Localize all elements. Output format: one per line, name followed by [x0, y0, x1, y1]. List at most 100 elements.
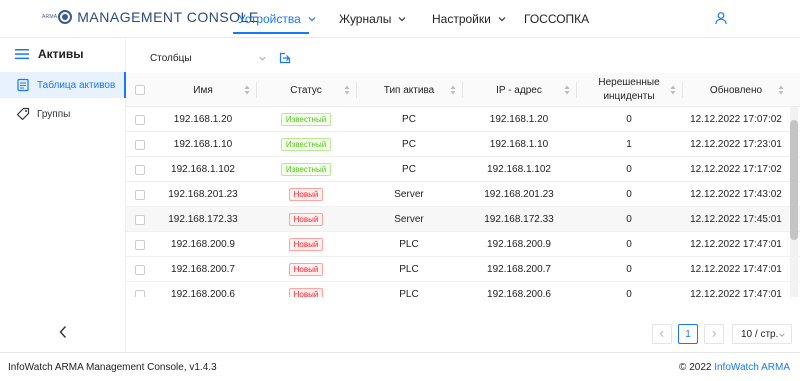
cell-status: Известный — [256, 132, 356, 157]
sidebar-item-groups[interactable]: Группы — [0, 101, 126, 127]
cell-status: Новый — [256, 257, 356, 282]
cell-ip: 192.168.1.10 — [489, 139, 549, 150]
logo-mark-icon — [58, 10, 73, 24]
row-checkbox-cell[interactable] — [130, 232, 150, 257]
cell-ip: 192.168.1.102 — [487, 164, 551, 175]
cell-asset-type: PLC — [399, 289, 419, 297]
next-page-button[interactable] — [704, 324, 724, 344]
menu-icon[interactable] — [14, 47, 30, 61]
cell-ip: 192.168.172.33 — [484, 214, 554, 225]
prev-page-button[interactable] — [652, 324, 672, 344]
nav-active-indicator — [233, 32, 309, 34]
cell-incidents: 0 — [626, 164, 632, 175]
cell-updated: 12.12.2022 17:23:01 — [690, 139, 782, 150]
row-checkbox[interactable] — [135, 264, 145, 275]
cell-name: 192.168.200.6 — [171, 289, 235, 297]
status-badge: Новый — [288, 263, 324, 276]
row-checkbox[interactable] — [135, 139, 145, 150]
sort-icon[interactable] — [670, 85, 676, 95]
nav-journals-label: Журналы — [339, 12, 392, 26]
cell-status: Новый — [256, 232, 356, 257]
cell-incidents: 0 — [626, 264, 632, 275]
status-badge: Новый — [288, 188, 324, 201]
column-header-label: Нерешенные инциденты — [598, 77, 660, 102]
sort-icon[interactable] — [244, 85, 250, 95]
collapse-sidebar-icon[interactable] — [58, 325, 68, 339]
row-checkbox-cell[interactable] — [130, 257, 150, 282]
column-header-incidents[interactable]: Нерешенные инциденты — [576, 73, 682, 107]
row-checkbox-cell[interactable] — [130, 207, 150, 232]
cell-incidents: 0 — [626, 239, 632, 250]
app-logo[interactable]: ARMA MANAGEMENT CONSOLE — [42, 9, 259, 25]
nav-journals[interactable]: Журналы — [339, 12, 407, 26]
column-header-status[interactable]: Статус — [256, 73, 356, 107]
page-button-current[interactable]: 1 — [678, 324, 698, 344]
table-row[interactable]: 192.168.201.23 Новый Server 192.168.201.23 0… — [126, 182, 800, 207]
status-badge: Известный — [280, 163, 332, 176]
cell-ip: 192.168.200.9 — [487, 239, 551, 250]
page-size-select[interactable]: 10 / стр. — [732, 324, 792, 344]
cell-incidents: 0 — [626, 114, 632, 125]
columns-select[interactable]: Столбцы — [150, 50, 270, 66]
column-header-asset-type[interactable]: Тип актива — [356, 73, 462, 107]
status-badge: Новый — [288, 288, 324, 297]
nav-gossopka[interactable]: ГОССОПКА — [524, 12, 589, 26]
row-checkbox[interactable] — [135, 114, 145, 125]
footer-copyright: © 2022 InfoWatch ARMA — [679, 362, 790, 373]
row-checkbox-cell[interactable] — [130, 157, 150, 182]
column-header-updated[interactable]: Обновлено — [682, 73, 790, 107]
user-icon[interactable] — [714, 11, 728, 25]
cell-asset-type: PC — [402, 114, 416, 125]
row-checkbox[interactable] — [135, 164, 145, 175]
table-body: 192.168.1.20 Известный PC 192.168.1.20 0 12.1… — [126, 107, 800, 297]
logo-arma-text: ARMA — [42, 14, 58, 20]
top-navbar: ARMA MANAGEMENT CONSOLE Устройства Журна… — [0, 0, 800, 38]
nav-settings-label: Настройки — [432, 12, 491, 26]
cell-asset-type: Server — [394, 214, 424, 225]
status-badge: Известный — [280, 138, 332, 151]
cell-asset-type: Server — [394, 189, 424, 200]
chevron-left-icon — [659, 330, 664, 338]
table-row[interactable]: 192.168.1.10 Известный PC 192.168.1.10 1 12.1… — [126, 132, 800, 157]
sort-icon[interactable] — [450, 85, 456, 95]
cell-status: Известный — [256, 157, 356, 182]
cell-ip: 192.168.1.20 — [489, 114, 549, 125]
footer-version: InfoWatch ARMA Management Console, v1.4.… — [8, 362, 217, 373]
select-all-checkbox[interactable] — [135, 85, 145, 95]
sidebar-item-assets-table[interactable]: Таблица активов — [0, 72, 126, 98]
cell-name: 192.168.200.9 — [171, 239, 235, 250]
nav-devices[interactable]: Устройства — [238, 12, 317, 26]
status-badge: Известный — [280, 113, 332, 126]
table-row[interactable]: 192.168.1.20 Известный PC 192.168.1.20 0 12.1… — [126, 107, 800, 132]
table-row[interactable]: 192.168.200.9 Новый PLC 192.168.200.9 0 12.12… — [126, 232, 800, 257]
row-checkbox-cell[interactable] — [130, 132, 150, 157]
row-checkbox-cell[interactable] — [130, 182, 150, 207]
scrollbar-thumb[interactable] — [790, 120, 798, 240]
cell-updated: 12.12.2022 17:07:02 — [690, 114, 782, 125]
sort-icon[interactable] — [778, 85, 784, 95]
table-row[interactable]: 192.168.200.7 Новый PLC 192.168.200.7 0 12.12… — [126, 257, 800, 282]
sort-icon[interactable] — [564, 85, 570, 95]
row-checkbox-cell[interactable] — [130, 282, 150, 297]
chevron-down-icon — [498, 17, 506, 22]
row-checkbox[interactable] — [135, 214, 145, 225]
cell-status: Известный — [256, 107, 356, 132]
row-checkbox[interactable] — [135, 239, 145, 250]
export-icon[interactable] — [279, 52, 291, 64]
table-row[interactable]: 192.168.200.6 Новый PLC 192.168.200.6 0 12.12… — [126, 282, 800, 297]
select-all-cell[interactable] — [130, 73, 150, 107]
nav-settings[interactable]: Настройки — [432, 12, 507, 26]
table-row[interactable]: 192.168.172.33 Новый Server 192.168.172.33 0… — [126, 207, 800, 232]
table-row[interactable]: 192.168.1.102 Известный PC 192.168.1.102 0 12… — [126, 157, 800, 182]
row-checkbox[interactable] — [135, 189, 145, 200]
column-header-ip[interactable]: IP - адрес — [462, 73, 576, 107]
tag-icon — [16, 107, 30, 121]
row-checkbox[interactable] — [135, 289, 145, 297]
sort-icon[interactable] — [344, 85, 350, 95]
cell-incidents: 0 — [626, 214, 632, 225]
cell-asset-type: PLC — [399, 239, 419, 250]
infowatch-link[interactable]: InfoWatch ARMA — [714, 362, 790, 373]
column-header-name[interactable]: Имя — [150, 73, 256, 107]
row-checkbox-cell[interactable] — [130, 107, 150, 132]
cell-updated: 12.12.2022 17:45:01 — [690, 214, 782, 225]
